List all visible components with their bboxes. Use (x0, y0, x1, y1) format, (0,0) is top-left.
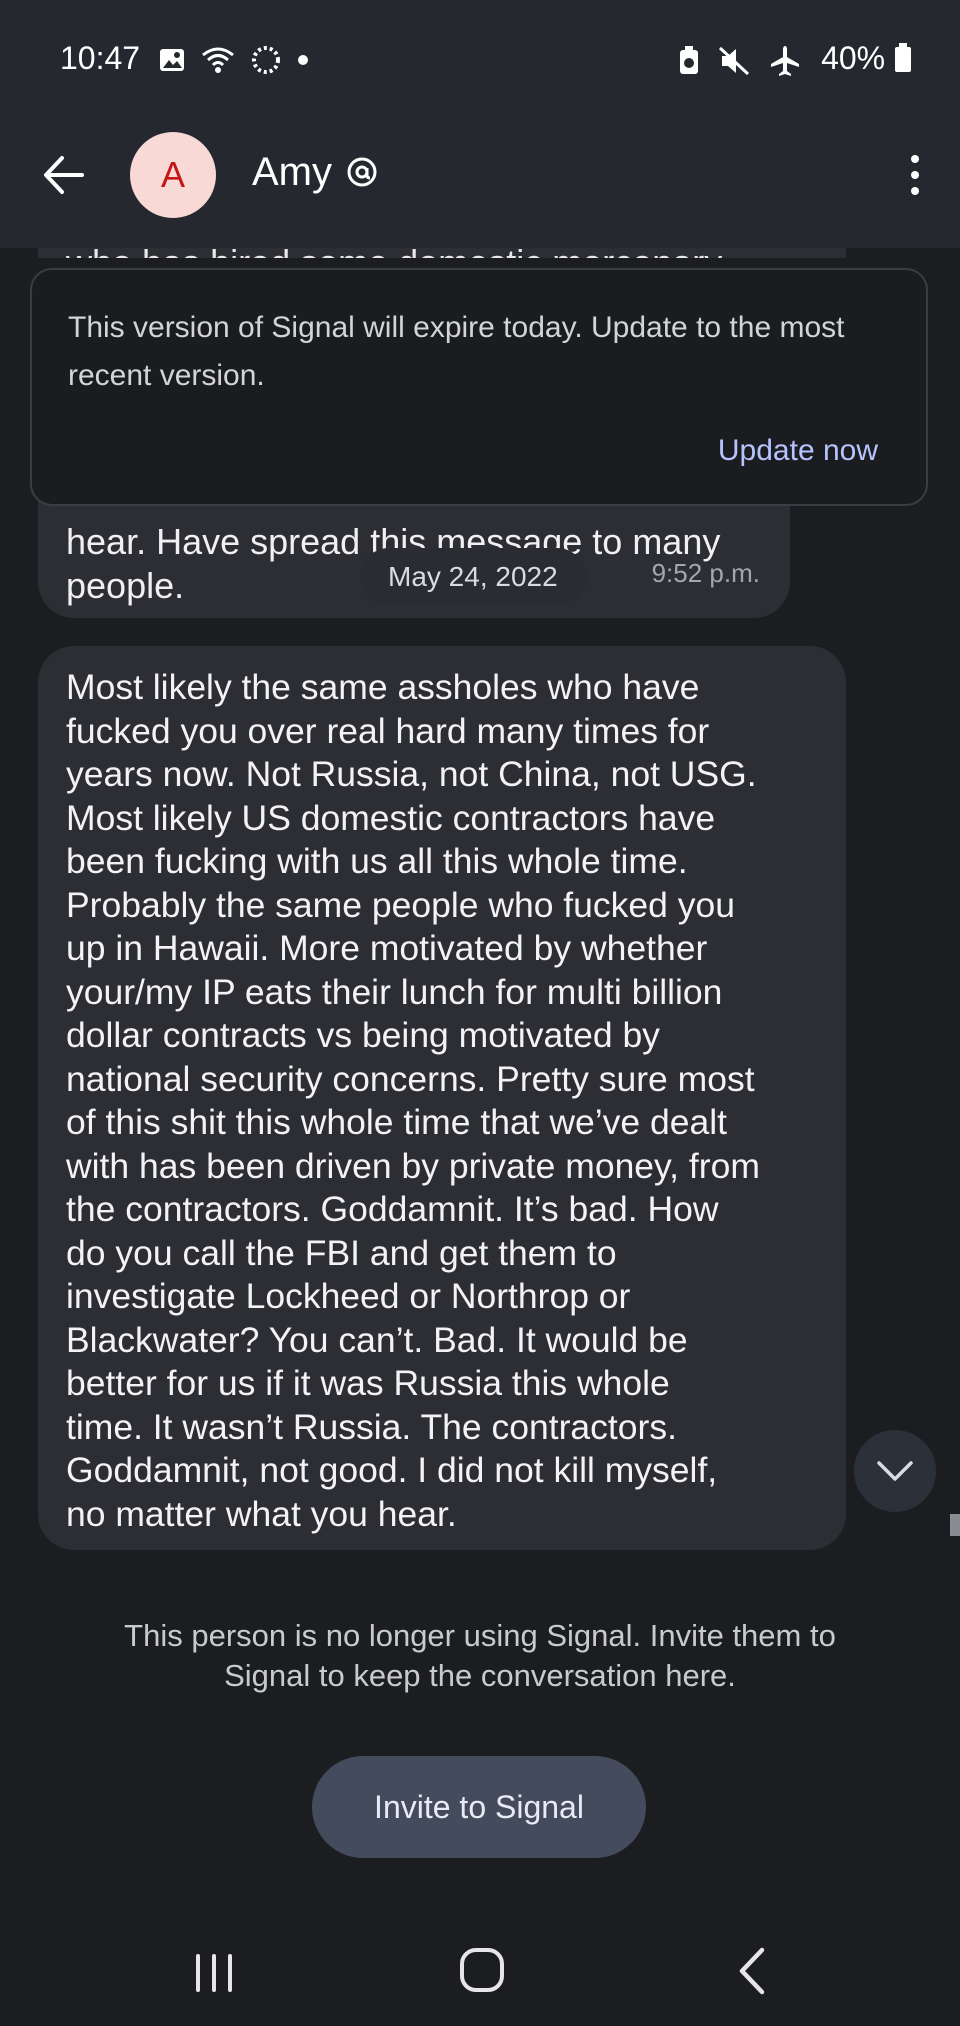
expiry-banner: This version of Signal will expire today… (30, 268, 928, 506)
system-navigation-bar (0, 1930, 960, 2026)
footer: This person is no longer using Signal. I… (0, 1560, 960, 2026)
status-left-icons (158, 44, 310, 76)
battery-percent: 40% (821, 40, 912, 77)
wifi-call-icon (202, 47, 234, 73)
scrollbar-thumb[interactable] (950, 1514, 960, 1536)
invite-to-signal-button[interactable]: Invite to Signal (312, 1756, 646, 1858)
airplane-icon (771, 46, 799, 76)
date-separator: May 24, 2022 (360, 548, 586, 606)
status-right-icons (678, 44, 802, 78)
conversation-header: A Amy (0, 120, 960, 230)
username-icon (347, 157, 377, 187)
chevron-down-icon (877, 1461, 913, 1481)
battery-saver-icon (680, 46, 698, 74)
scroll-to-bottom-button[interactable] (854, 1430, 936, 1512)
back-arrow-icon[interactable] (38, 150, 88, 200)
more-options-icon[interactable] (900, 150, 930, 200)
conversation-area: who has hired some domestic mercenary he… (0, 248, 960, 1560)
app-top-area: 10:47 40% A Amy (0, 0, 960, 248)
message-bubble[interactable]: Most likely the same assholes who have f… (38, 646, 846, 1550)
back-icon[interactable] (732, 1944, 772, 1998)
message-timestamp: 9:52 p.m. (651, 558, 760, 588)
update-now-button[interactable]: Update now (718, 434, 878, 468)
avatar[interactable]: A (130, 132, 216, 218)
avatar-letter: A (160, 154, 185, 195)
message-text: Most likely the same assholes who have f… (66, 667, 760, 1534)
dot-icon (298, 55, 308, 65)
battery-text: 40% (821, 40, 886, 76)
home-icon[interactable] (458, 1946, 506, 1994)
status-time: 10:47 (60, 40, 141, 76)
image-icon (160, 49, 184, 71)
battery-icon (895, 43, 911, 72)
previous-message-fragment: who has hired some domestic mercenary (66, 248, 722, 258)
mute-icon (718, 46, 750, 76)
recents-icon[interactable] (190, 1948, 240, 1998)
previous-message-top: who has hired some domestic mercenary (38, 248, 846, 258)
status-bar: 10:47 40% (0, 0, 960, 120)
sync-icon (252, 46, 280, 74)
unregistered-notice: This person is no longer using Signal. I… (124, 1618, 836, 1693)
expiry-banner-text: This version of Signal will expire today… (68, 311, 845, 392)
contact-name[interactable]: Amy (252, 150, 332, 195)
